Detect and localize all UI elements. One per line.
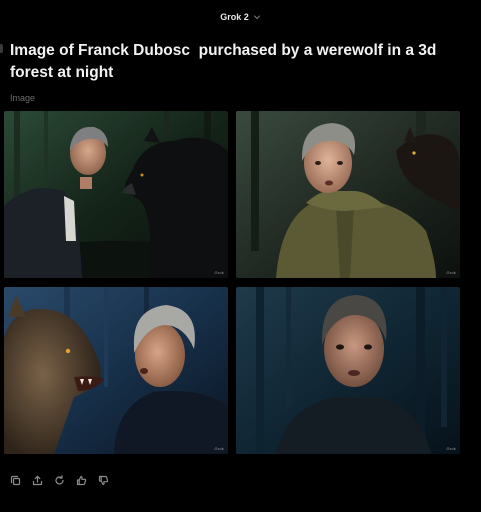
chat-view: Grok 2 Image of Franck Dubosc purchased … (0, 0, 481, 512)
user-prompt: Image of Franck Dubosc purchased by a we… (10, 42, 441, 81)
copy-icon[interactable] (8, 473, 22, 487)
generated-image-1[interactable]: Grok (4, 111, 228, 278)
response-kind-label: Image (10, 93, 36, 103)
model-name: Grok 2 (220, 12, 249, 22)
watermark: Grok (214, 270, 224, 275)
model-selector[interactable]: Grok 2 (220, 12, 261, 22)
chevron-down-icon (253, 13, 261, 21)
thumbs-down-icon[interactable] (96, 473, 110, 487)
generated-image-2[interactable]: Grok (236, 111, 460, 278)
watermark: Grok (446, 446, 456, 451)
generated-image-3[interactable]: Grok (4, 287, 228, 454)
watermark: Grok (214, 446, 224, 451)
top-bar: Grok 2 (0, 8, 481, 26)
regenerate-icon[interactable] (52, 473, 66, 487)
watermark: Grok (446, 270, 456, 275)
message-marker (0, 44, 3, 53)
share-icon[interactable] (30, 473, 44, 487)
image-grid: Grok Grok Grok Grok (4, 111, 460, 455)
message-actions (8, 473, 110, 487)
generated-image-4[interactable]: Grok (236, 287, 460, 454)
thumbs-up-icon[interactable] (74, 473, 88, 487)
